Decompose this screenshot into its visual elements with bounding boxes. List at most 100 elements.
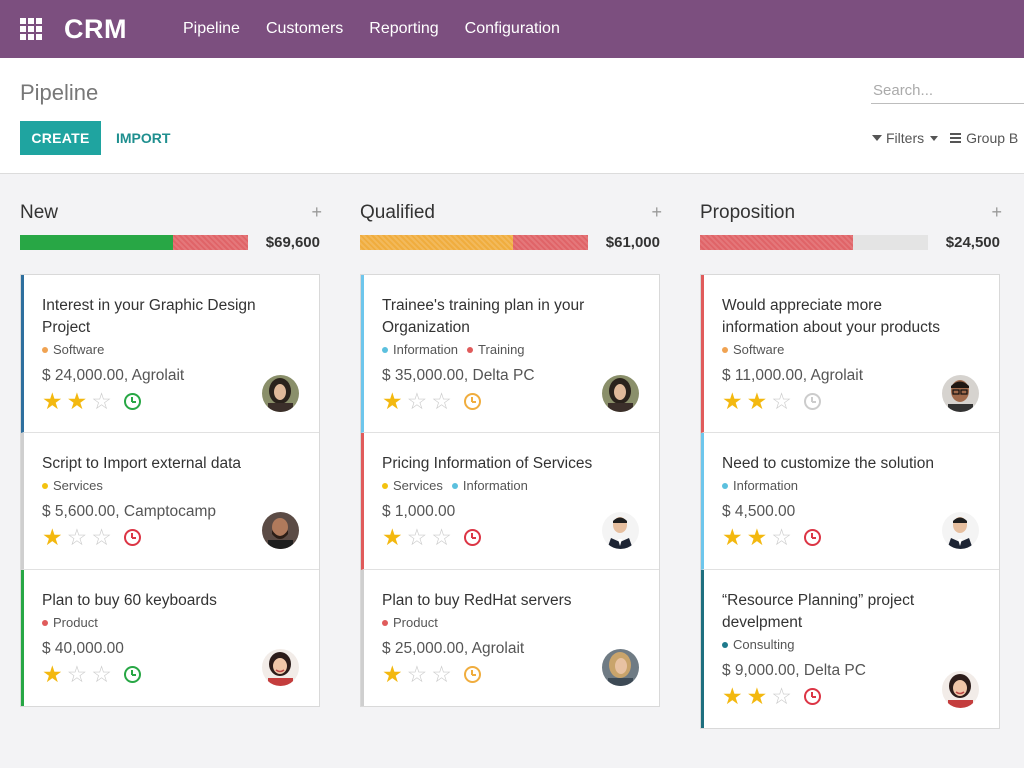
- progress-segment-red[interactable]: [512, 235, 588, 250]
- column-title[interactable]: Proposition: [700, 202, 795, 224]
- column-progress-bar[interactable]: [360, 235, 588, 250]
- priority-star-icon[interactable]: ★: [747, 685, 768, 708]
- priority-star-icon[interactable]: ☆: [91, 663, 112, 686]
- priority-star-icon[interactable]: ☆: [407, 526, 428, 549]
- kanban-card[interactable]: Plan to buy 60 keyboards Product $ 40,000.…: [21, 570, 319, 706]
- avatar[interactable]: [602, 375, 639, 412]
- filters-button[interactable]: Filters: [872, 130, 939, 146]
- tag-label: Services: [53, 478, 103, 493]
- priority-star-icon[interactable]: ☆: [407, 390, 428, 413]
- avatar[interactable]: [262, 649, 299, 686]
- tag: Software: [42, 341, 104, 359]
- activity-clock-icon[interactable]: [463, 392, 481, 410]
- activity-clock-icon[interactable]: [803, 528, 821, 546]
- priority-star-icon[interactable]: ★: [747, 390, 768, 413]
- apps-grid-icon[interactable]: [20, 18, 42, 40]
- tag: Services: [42, 477, 103, 495]
- avatar[interactable]: [942, 375, 979, 412]
- priority-star-icon[interactable]: ★: [42, 663, 63, 686]
- filters-label: Filters: [886, 130, 925, 146]
- priority-star-icon[interactable]: ★: [722, 526, 743, 549]
- menu-configuration[interactable]: Configuration: [465, 20, 560, 38]
- avatar[interactable]: [942, 671, 979, 708]
- column-title[interactable]: New: [20, 202, 58, 224]
- kanban-card[interactable]: Plan to buy RedHat servers Product $ 25,00…: [361, 570, 659, 706]
- avatar[interactable]: [602, 512, 639, 549]
- group-by-label: Group B: [966, 130, 1019, 146]
- activity-clock-icon[interactable]: [463, 665, 481, 683]
- kanban-card[interactable]: Trainee's training plan in your Organiza…: [361, 275, 659, 433]
- priority-star-icon[interactable]: ★: [382, 390, 403, 413]
- kanban-card[interactable]: Would appreciate more information about …: [701, 275, 999, 433]
- import-button[interactable]: IMPORT: [108, 121, 178, 155]
- menu-customers[interactable]: Customers: [266, 20, 343, 38]
- card-tags: Product: [42, 614, 301, 632]
- column-progress-bar[interactable]: [20, 235, 248, 250]
- priority-star-icon[interactable]: ★: [747, 526, 768, 549]
- kanban-column: New + $69,600 Interest in your Graphic Desi…: [20, 174, 322, 707]
- add-card-icon[interactable]: +: [311, 202, 322, 223]
- priority-star-icon[interactable]: ★: [722, 390, 743, 413]
- priority-star-icon[interactable]: ☆: [91, 390, 112, 413]
- kanban-card[interactable]: Interest in your Graphic Design Project S…: [21, 275, 319, 433]
- priority-star-icon[interactable]: ☆: [431, 526, 452, 549]
- progress-segment-red[interactable]: [172, 235, 248, 250]
- column-total: $61,000: [605, 234, 660, 251]
- column-progress-bar[interactable]: [700, 235, 928, 250]
- tag: Information: [382, 341, 458, 359]
- search-input[interactable]: [871, 78, 1024, 104]
- avatar[interactable]: [942, 512, 979, 549]
- priority-star-icon[interactable]: ☆: [431, 663, 452, 686]
- activity-clock-icon[interactable]: [803, 392, 821, 410]
- priority-star-icon[interactable]: ☆: [431, 390, 452, 413]
- priority-star-icon[interactable]: ★: [67, 390, 88, 413]
- priority-star-icon[interactable]: ☆: [771, 526, 792, 549]
- activity-clock-icon[interactable]: [123, 392, 141, 410]
- bars-icon: [950, 133, 962, 143]
- activity-clock-icon[interactable]: [123, 665, 141, 683]
- avatar[interactable]: [262, 512, 299, 549]
- card-title: Trainee's training plan in your Organiza…: [382, 297, 585, 336]
- priority-star-icon[interactable]: ★: [42, 526, 63, 549]
- column-header: Proposition + $24,500: [700, 174, 1002, 251]
- card-tags: Services Information: [382, 477, 641, 495]
- card-amount: $ 4,500.00: [722, 503, 796, 520]
- priority-star-icon[interactable]: ☆: [771, 685, 792, 708]
- card-amount: $ 24,000.00, Agrolait: [42, 367, 185, 384]
- column-header: Qualified + $61,000: [360, 174, 662, 251]
- priority-star-icon[interactable]: ★: [722, 685, 743, 708]
- priority-star-icon[interactable]: ☆: [67, 663, 88, 686]
- create-button[interactable]: CREATE: [20, 121, 101, 155]
- column-title[interactable]: Qualified: [360, 202, 435, 224]
- progress-segment-green[interactable]: [20, 235, 173, 250]
- kanban-card[interactable]: Script to Import external data Services $ …: [21, 433, 319, 570]
- priority-star-icon[interactable]: ☆: [91, 526, 112, 549]
- activity-clock-icon[interactable]: [803, 687, 821, 705]
- kanban-card[interactable]: Pricing Information of Services Services I…: [361, 433, 659, 570]
- menu-reporting[interactable]: Reporting: [369, 20, 438, 38]
- kanban-card[interactable]: Need to customize the solution Informatio…: [701, 433, 999, 570]
- avatar[interactable]: [602, 649, 639, 686]
- progress-segment-grey[interactable]: [852, 235, 928, 250]
- priority-star-icon[interactable]: ★: [382, 663, 403, 686]
- priority-star-icon[interactable]: ☆: [407, 663, 428, 686]
- progress-segment-red[interactable]: [700, 235, 853, 250]
- card-amount: $ 1,000.00: [382, 503, 456, 520]
- tag-dot-icon: [722, 347, 728, 353]
- activity-clock-icon[interactable]: [463, 528, 481, 546]
- group-by-button[interactable]: Group B: [950, 130, 1018, 146]
- priority-star-icon[interactable]: ☆: [67, 526, 88, 549]
- kanban-column: Qualified + $61,000 Trainee's training plan…: [360, 174, 662, 707]
- priority-star-icon[interactable]: ☆: [771, 390, 792, 413]
- progress-segment-orange[interactable]: [360, 235, 513, 250]
- card-title: “Resource Planning” project develpment: [722, 592, 915, 631]
- activity-clock-icon[interactable]: [123, 528, 141, 546]
- card-amount: $ 25,000.00, Agrolait: [382, 640, 525, 657]
- menu-pipeline[interactable]: Pipeline: [183, 20, 240, 38]
- add-card-icon[interactable]: +: [991, 202, 1002, 223]
- kanban-card[interactable]: “Resource Planning” project develpment Co…: [701, 570, 999, 728]
- add-card-icon[interactable]: +: [651, 202, 662, 223]
- priority-star-icon[interactable]: ★: [42, 390, 63, 413]
- avatar[interactable]: [262, 375, 299, 412]
- priority-star-icon[interactable]: ★: [382, 526, 403, 549]
